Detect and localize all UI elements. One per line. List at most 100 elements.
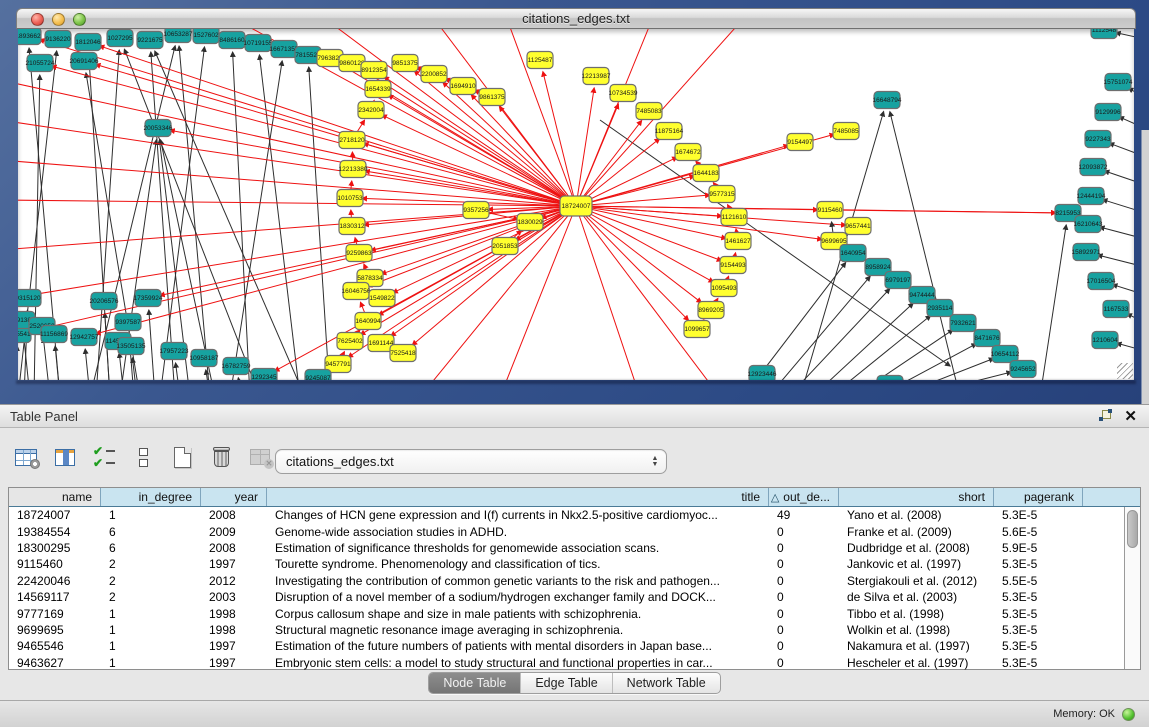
graph-node[interactable]: 12923446 [748,366,777,381]
float-panel-icon[interactable] [1099,410,1112,423]
graph-node[interactable]: 2935114 [927,300,953,317]
vertical-scrollbar[interactable] [1124,507,1140,669]
table-row[interactable]: 1938455462009Genome-wide association stu… [9,523,1140,539]
graph-node[interactable]: 11156869 [40,326,68,343]
zoom-window-icon[interactable] [73,13,86,26]
graph-node[interactable]: 9357256 [463,202,489,219]
graph-node[interactable]: 8471676 [974,330,1000,347]
unselect-all-icon[interactable] [129,443,157,471]
close-window-icon[interactable] [31,13,44,26]
column-header-title[interactable]: title [267,488,769,506]
graph-node[interactable]: 9154497 [787,134,813,151]
new-document-icon[interactable] [168,443,196,471]
graph-node[interactable]: 1099657 [684,321,710,338]
graph-node[interactable]: 17359924 [134,290,163,307]
table-row[interactable]: 2242004622012Investigating the contribut… [9,573,1140,589]
table-select-dropdown[interactable]: citations_edges.txt ▲▼ [275,449,667,474]
graph-node[interactable]: 17957223 [160,343,189,360]
graph-node[interactable]: 1461627 [725,233,751,250]
graph-node[interactable]: 9851375 [392,55,418,72]
graph-node[interactable]: 1125487 [527,52,553,69]
graph-node[interactable]: 1292345 [251,369,277,381]
graph-node[interactable]: 1167533 [1103,301,1129,318]
tab-node-table[interactable]: Node Table [429,673,521,693]
graph-node[interactable]: 1830029 [517,214,543,231]
scrollbar-thumb[interactable] [1127,510,1138,548]
delete-icon[interactable] [207,443,235,471]
graph-node[interactable]: 1027295 [107,30,133,47]
table-row[interactable]: 911546021997Tourette syndrome. Phenomeno… [9,556,1140,572]
table-row[interactable]: 946554611997Estimation of the future num… [9,638,1140,654]
graph-node[interactable]: 9129996 [1095,104,1121,121]
graph-node[interactable]: 1121610 [721,209,747,226]
graph-node[interactable]: 17016504 [1087,273,1116,290]
tab-network-table[interactable]: Network Table [613,673,720,693]
graph-node[interactable]: 11875164 [655,123,684,140]
graph-node[interactable]: 9259863 [346,245,372,262]
graph-node[interactable]: 10719155 [244,35,273,52]
graph-node[interactable]: 9657441 [845,218,871,235]
graph-node[interactable]: 9861375 [479,89,505,106]
graph-node[interactable]: 1654339 [365,81,391,98]
graph-node[interactable]: 16648794 [873,92,902,109]
table-row[interactable]: 977716911998Corpus callosum shape and si… [9,605,1140,621]
table-row[interactable]: 946362711997Embryonic stem cells: a mode… [9,655,1140,671]
graph-node[interactable]: 1812046 [75,34,101,51]
graph-node-shape[interactable] [877,376,903,381]
graph-node[interactable]: 1095493 [711,280,737,297]
graph-node[interactable]: 9245652 [1010,361,1036,378]
graph-node[interactable]: 12213987 [582,68,611,85]
graph-node[interactable]: 9136220 [45,31,71,48]
graph-node[interactable]: 9397587 [115,314,141,331]
graph-node[interactable]: 9245073 [877,376,903,381]
table-row[interactable]: 1872400712008Changes of HCN gene express… [9,507,1140,523]
graph-node[interactable]: 16782759 [222,358,251,375]
minimize-window-icon[interactable] [52,13,65,26]
graph-node[interactable]: 9154493 [720,257,746,274]
table-settings-icon[interactable] [12,443,40,471]
table-row[interactable]: 969969511998Structural magnetic resonanc… [9,622,1140,638]
resize-grip[interactable] [1117,363,1133,379]
column-header-out_de[interactable]: △out_de... [769,488,839,506]
graph-node[interactable]: 2200852 [421,66,447,83]
column-header-year[interactable]: year [201,488,267,506]
graph-node[interactable]: 12213380 [339,161,368,178]
graph-node[interactable]: 16210643 [1074,216,1103,233]
graph-node[interactable]: 1830312 [339,218,365,235]
graph-node[interactable]: 12444194 [1077,188,1106,205]
graph-node[interactable]: 8969205 [698,302,724,319]
close-panel-icon[interactable]: ✕ [1124,410,1137,423]
graph-node[interactable]: 18724007 [560,196,592,216]
graph-node[interactable]: 20206576 [90,293,119,310]
graph-node[interactable]: 9577315 [709,186,735,203]
graph-node[interactable]: 7485085 [833,123,859,140]
graph-node[interactable]: 2718120 [339,132,365,149]
graph-node[interactable]: 7932621 [950,315,976,332]
graph-node[interactable]: 1640954 [840,245,866,262]
graph-node[interactable]: 9115460 [817,202,843,219]
graph-node[interactable]: 10734539 [609,85,638,102]
graph-node[interactable]: 1644183 [693,165,719,182]
column-header-name[interactable]: name [9,488,101,506]
graph-node[interactable]: 1674672 [675,144,701,161]
network-canvas[interactable]: 1872400718936629136220181204621055724206… [18,29,1134,380]
graph-node[interactable]: 1010753 [337,190,363,207]
graph-node[interactable]: 7525418 [390,345,416,362]
graph-node[interactable]: 1640994 [355,313,381,330]
graph-node[interactable]: 12093872 [1079,159,1108,176]
column-header-in_degree[interactable]: in_degree [101,488,201,506]
column-select-icon[interactable] [51,443,79,471]
graph-node[interactable]: 1893662 [18,29,41,45]
delete-table-icon[interactable]: ✕ [246,443,274,471]
graph-node[interactable]: 9227343 [1085,131,1111,148]
graph-node[interactable]: 20053346 [144,120,173,137]
graph-node[interactable]: 20691406 [70,53,99,70]
graph-node[interactable]: 15751074 [1104,74,1133,91]
graph-node[interactable]: 1210604 [1092,332,1118,349]
column-header-pagerank[interactable]: pagerank [994,488,1083,506]
graph-node[interactable]: 9221675 [137,32,163,49]
graph-node[interactable]: 13505135 [117,338,146,355]
graph-node[interactable]: 12942757 [70,329,99,346]
table-row[interactable]: 1830029562008Estimation of significance … [9,540,1140,556]
network-window-titlebar[interactable]: citations_edges.txt [16,8,1136,29]
